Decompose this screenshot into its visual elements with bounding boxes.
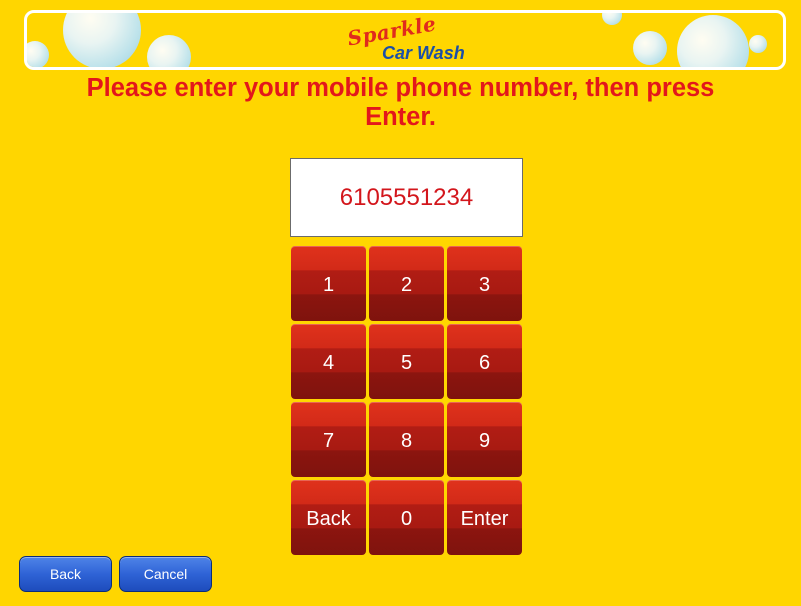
key-label: 1 <box>322 274 335 296</box>
key-label: 4 <box>322 352 335 374</box>
prompt-line-1: Please enter your mobile phone number, t… <box>86 74 715 102</box>
key-8[interactable]: 8 <box>369 402 444 477</box>
key-6[interactable]: 6 <box>447 324 522 399</box>
key-3[interactable]: 3 <box>447 246 522 321</box>
key-label: 7 <box>322 430 335 452</box>
key-9[interactable]: 9 <box>447 402 522 477</box>
key-label: Enter <box>460 508 509 530</box>
prompt-line-2: Enter. <box>365 103 436 131</box>
sparkle-car-wash-logo: Sparkle Car Wash <box>27 13 783 67</box>
logo-text-bottom: Car Wash <box>382 43 465 63</box>
key-label: 5 <box>400 352 413 374</box>
key-back[interactable]: Back <box>291 480 366 555</box>
key-enter[interactable]: Enter <box>447 480 522 555</box>
header-banner: Sparkle Car Wash <box>24 10 786 70</box>
key-2[interactable]: 2 <box>369 246 444 321</box>
key-label: 9 <box>478 430 491 452</box>
key-0[interactable]: 0 <box>369 480 444 555</box>
key-label: 8 <box>400 430 413 452</box>
key-label: Back <box>306 508 351 530</box>
phone-number-value: 6105551234 <box>339 183 474 211</box>
key-label: 6 <box>478 352 491 374</box>
back-button-label: Back <box>49 566 82 582</box>
cancel-button[interactable]: Cancel <box>119 556 212 592</box>
key-1[interactable]: 1 <box>291 246 366 321</box>
phone-number-display: 6105551234 <box>290 158 523 237</box>
key-7[interactable]: 7 <box>291 402 366 477</box>
key-label: 0 <box>400 508 413 530</box>
key-5[interactable]: 5 <box>369 324 444 399</box>
key-label: 2 <box>400 274 413 296</box>
back-button[interactable]: Back <box>19 556 112 592</box>
key-4[interactable]: 4 <box>291 324 366 399</box>
cancel-button-label: Cancel <box>143 566 188 582</box>
key-label: 3 <box>478 274 491 296</box>
instruction-prompt: Please enter your mobile phone number, t… <box>0 74 801 132</box>
